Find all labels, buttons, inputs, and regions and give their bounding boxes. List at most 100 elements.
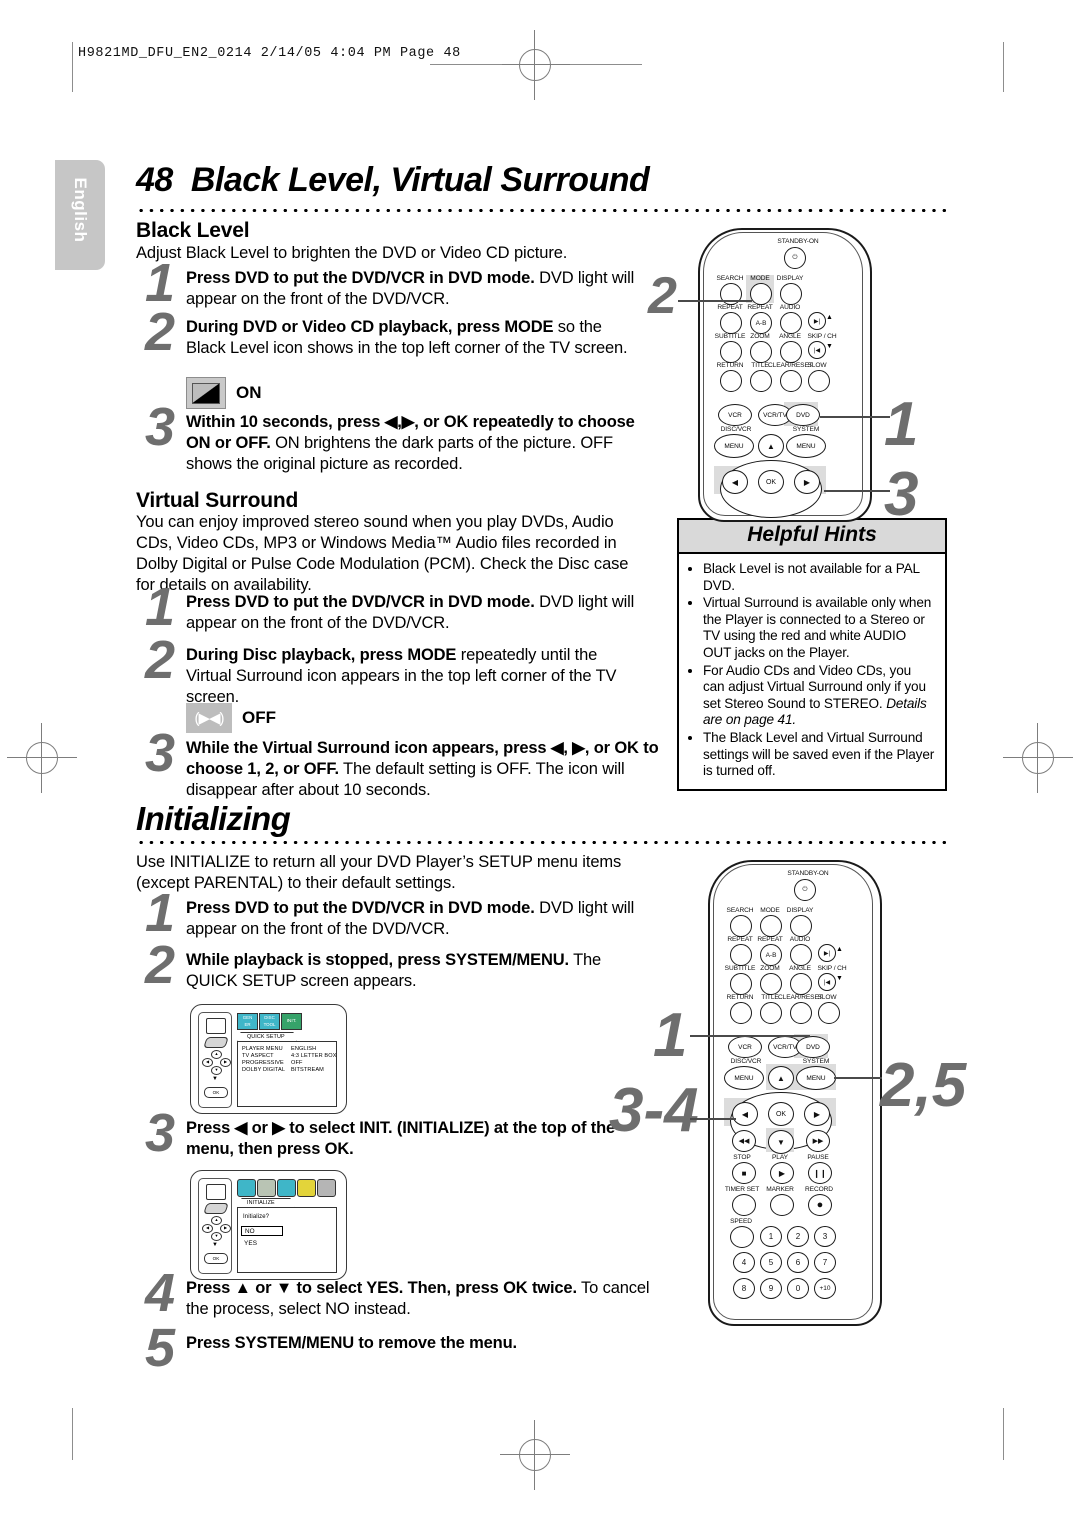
- audio-button[interactable]: [780, 312, 802, 334]
- dvd-button[interactable]: DVD: [786, 404, 820, 426]
- zoom-button[interactable]: [760, 973, 782, 995]
- hint-text: Black Level is not available for a PAL D…: [703, 561, 920, 593]
- black-level-on-icon: [186, 377, 226, 409]
- language-tab: English: [55, 160, 105, 270]
- system-menu-button[interactable]: MENU: [796, 1066, 836, 1090]
- step-text: While the Virtual Surround icon appears,…: [186, 738, 661, 801]
- angle-button[interactable]: [790, 973, 812, 995]
- search-button[interactable]: [730, 915, 752, 937]
- skip-back-button[interactable]: |◀: [808, 341, 826, 359]
- repeat-button[interactable]: [720, 312, 742, 334]
- osd-tab-icon-audio: [277, 1179, 296, 1197]
- bleed-line-bottom-right: [1003, 1408, 1004, 1460]
- repeat-ab-button[interactable]: A-B: [750, 312, 772, 334]
- number-1-button[interactable]: 1: [760, 1226, 782, 1247]
- vcr-button[interactable]: VCR: [728, 1036, 762, 1058]
- down-arrow-button[interactable]: ▼: [768, 1130, 794, 1154]
- bleed-line-top-right: [1003, 42, 1004, 92]
- record-button[interactable]: ●: [808, 1194, 832, 1216]
- number-0-button[interactable]: 0: [787, 1278, 809, 1299]
- number-plus10-button[interactable]: +10: [814, 1278, 836, 1299]
- osd-tab-label: INITIALIZE: [247, 1200, 275, 1206]
- callout-3-top-remote: 3: [884, 460, 919, 529]
- standby-on-button[interactable]: ⏻: [784, 247, 806, 269]
- ok-button[interactable]: OK: [768, 1102, 794, 1126]
- disc-vcr-menu-button[interactable]: MENU: [724, 1066, 764, 1090]
- clear-reset-button[interactable]: [780, 370, 802, 392]
- step-number: 1: [144, 577, 176, 637]
- angle-button[interactable]: [780, 341, 802, 363]
- osd-option-selected[interactable]: NO: [241, 1226, 283, 1236]
- stop-button[interactable]: ■: [732, 1162, 756, 1184]
- audio-button[interactable]: [790, 944, 812, 966]
- osd-tab-icon-disc: DISC TOOL: [259, 1013, 280, 1030]
- display-button[interactable]: [790, 915, 812, 937]
- fast-forward-button[interactable]: ▶▶: [806, 1130, 830, 1152]
- display-label: DISPLAY: [776, 275, 804, 282]
- mode-button[interactable]: [760, 915, 782, 937]
- osd-tab-icon-init: INIT.: [281, 1013, 302, 1030]
- disc-vcr-menu-button[interactable]: MENU: [714, 434, 754, 458]
- up-arrow-icon: ▲: [211, 1050, 222, 1059]
- mode-button[interactable]: [750, 283, 772, 305]
- number-2-button[interactable]: 2: [787, 1226, 809, 1247]
- timer-set-button[interactable]: [732, 1194, 756, 1216]
- subtitle-button[interactable]: [730, 973, 752, 995]
- clear-reset-button[interactable]: [790, 1002, 812, 1024]
- repeat-ab-button[interactable]: A-B: [760, 944, 782, 966]
- step-bold: During DVD or Video CD playback, press M…: [186, 318, 554, 336]
- right-arrow-button[interactable]: ▶: [794, 470, 820, 494]
- display-label: DISPLAY: [786, 907, 814, 914]
- return-button[interactable]: [720, 370, 742, 392]
- return-button[interactable]: [730, 1002, 752, 1024]
- left-arrow-button[interactable]: ◀: [722, 470, 748, 494]
- callout-1-bottom-remote: 1: [653, 1001, 688, 1070]
- black-level-osd-icon-row: ON: [186, 377, 262, 409]
- rewind-button[interactable]: ◀◀: [732, 1130, 756, 1152]
- vcr-button[interactable]: VCR: [718, 404, 752, 426]
- repeat-button[interactable]: [730, 944, 752, 966]
- number-3-button[interactable]: 3: [814, 1226, 836, 1247]
- callout-2-5-bottom-remote: 2,5: [880, 1051, 967, 1120]
- number-8-button[interactable]: 8: [733, 1278, 755, 1299]
- tv-icon: [206, 1184, 226, 1200]
- number-7-button[interactable]: 7: [814, 1252, 836, 1273]
- right-arrow-button[interactable]: ▶: [804, 1102, 830, 1126]
- speed-button[interactable]: [730, 1226, 754, 1248]
- system-menu-button[interactable]: MENU: [786, 434, 826, 458]
- dvd-button[interactable]: DVD: [796, 1036, 830, 1058]
- number-4-button[interactable]: 4: [733, 1252, 755, 1273]
- channel-down-icon: ▼: [836, 975, 843, 982]
- play-button[interactable]: ▶: [770, 1162, 794, 1184]
- number-9-button[interactable]: 9: [760, 1278, 782, 1299]
- step-text: While playback is stopped, press SYSTEM/…: [186, 950, 656, 992]
- right-arrow-icon: ▶: [220, 1058, 231, 1067]
- number-5-button[interactable]: 5: [760, 1252, 782, 1273]
- up-arrow-button[interactable]: ▲: [758, 434, 784, 458]
- title-button[interactable]: [750, 370, 772, 392]
- virtual-surround-osd-icon-row: (▶◀) OFF: [186, 703, 276, 733]
- up-arrow-button[interactable]: ▲: [768, 1066, 794, 1090]
- subtitle-button[interactable]: [720, 341, 742, 363]
- skip-forward-button[interactable]: ▶|: [818, 944, 836, 962]
- slow-button[interactable]: [808, 370, 830, 392]
- zoom-button[interactable]: [750, 341, 772, 363]
- osd-option[interactable]: YES: [244, 1240, 257, 1247]
- title-button[interactable]: [760, 1002, 782, 1024]
- step-number: 2: [144, 302, 176, 362]
- slow-button[interactable]: [818, 1002, 840, 1024]
- left-arrow-button[interactable]: ◀: [732, 1102, 758, 1126]
- marker-button[interactable]: [770, 1194, 794, 1216]
- pause-button[interactable]: ❙❙: [808, 1162, 832, 1184]
- step-number: 3: [144, 1103, 176, 1163]
- standby-on-button[interactable]: ⏻: [794, 879, 816, 901]
- osd-row-value: 4:3 LETTER BOX: [291, 1053, 337, 1059]
- skip-back-button[interactable]: |◀: [818, 973, 836, 991]
- display-button[interactable]: [780, 283, 802, 305]
- step-bold: Press ◀ or ▶ to select INIT. (INITIALIZE…: [186, 1119, 616, 1158]
- number-6-button[interactable]: 6: [787, 1252, 809, 1273]
- step-number: 2: [144, 935, 176, 995]
- ok-button[interactable]: OK: [758, 470, 784, 494]
- skip-forward-button[interactable]: ▶|: [808, 312, 826, 330]
- osd-row-label: TV ASPECT: [242, 1053, 274, 1059]
